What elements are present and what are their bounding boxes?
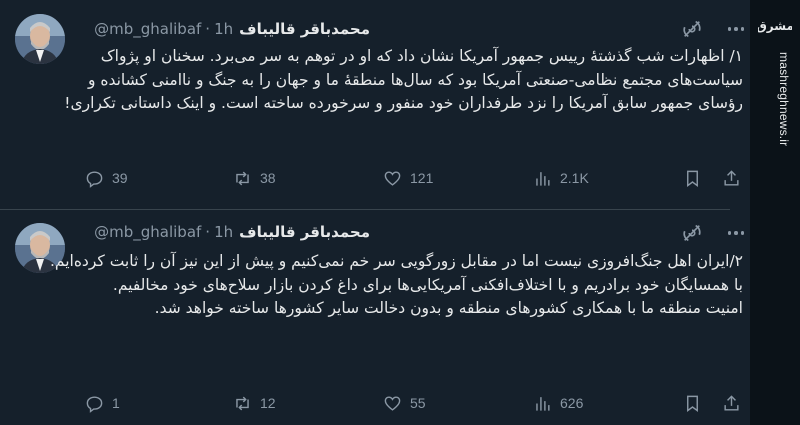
like-count: 55 — [410, 395, 426, 411]
tweet-text: ۱/ اظهارات شب گذشتهٔ رییس جمهور آمریکا ن… — [43, 45, 743, 116]
repost-icon — [236, 396, 249, 410]
tweet-actions: 1 12 55 626 — [0, 391, 800, 415]
author-handle[interactable]: @mb_ghalibaf — [94, 223, 201, 241]
author-meta: @mb_ghalibaf · 1h — [94, 223, 233, 241]
tweet[interactable]: محمدباقر قالیباف @mb_ghalibaf · 1h ۲/ایر… — [0, 210, 800, 425]
repost-count: 12 — [260, 395, 276, 411]
bookmark-icon — [687, 395, 698, 412]
author-name[interactable]: محمدباقر قالیباف — [239, 223, 370, 241]
tweet-time[interactable]: 1h — [214, 20, 233, 38]
reply-button[interactable]: 1 — [85, 391, 120, 415]
repost-count: 38 — [260, 170, 276, 186]
views-button[interactable]: 626 — [533, 391, 583, 415]
share-icon — [724, 169, 739, 186]
bookmark-icon — [687, 170, 698, 187]
meta-separator: · — [205, 20, 211, 38]
views-count: 2.1K — [560, 170, 589, 186]
svg-text:مشرق: مشرق — [758, 19, 792, 33]
like-button[interactable]: 55 — [383, 391, 426, 415]
author-name[interactable]: محمدباقر قالیباف — [239, 20, 370, 38]
tweet-header: محمدباقر قالیباف @mb_ghalibaf · 1h — [94, 221, 370, 243]
reply-icon — [86, 170, 103, 188]
author-meta: @mb_ghalibaf · 1h — [94, 20, 233, 38]
tweet-actions: 39 38 121 2.1K — [0, 166, 800, 190]
share-icon — [724, 394, 739, 411]
share-button[interactable] — [722, 166, 741, 190]
meta-separator: · — [205, 223, 211, 241]
grok-icon[interactable] — [681, 18, 703, 40]
reply-count: 39 — [112, 170, 128, 186]
tweet-text: ۲/ایران اهل جنگ‌افروزی نیست اما در مقابل… — [43, 250, 743, 321]
repost-button[interactable]: 12 — [233, 391, 276, 415]
watermark-url: mashreghnews.ir — [777, 52, 791, 147]
reply-icon — [86, 395, 103, 413]
watermark: مشرق mashreghnews.ir — [750, 0, 800, 425]
like-button[interactable]: 121 — [383, 166, 433, 190]
views-button[interactable]: 2.1K — [533, 166, 589, 190]
reply-button[interactable]: 39 — [85, 166, 128, 190]
tweet-paragraph: ۱/ اظهارات شب گذشتهٔ رییس جمهور آمریکا ن… — [64, 47, 743, 112]
like-icon — [384, 395, 401, 411]
mashregh-logo: مشرق — [758, 19, 792, 33]
views-icon — [536, 171, 550, 186]
more-icon[interactable] — [724, 225, 748, 241]
bookmark-button[interactable] — [683, 391, 702, 415]
share-button[interactable] — [722, 391, 741, 415]
tweet-paragraph: ۲/ایران اهل جنگ‌افروزی نیست اما در مقابل… — [49, 252, 743, 294]
repost-button[interactable]: 38 — [233, 166, 276, 190]
tweet-header: محمدباقر قالیباف @mb_ghalibaf · 1h — [94, 18, 370, 40]
views-count: 626 — [560, 395, 584, 411]
repost-icon — [236, 171, 249, 185]
like-icon — [384, 170, 401, 186]
views-icon — [536, 396, 550, 411]
like-count: 121 — [410, 170, 434, 186]
author-handle[interactable]: @mb_ghalibaf — [94, 20, 201, 38]
grok-icon[interactable] — [681, 222, 703, 244]
more-icon[interactable] — [724, 21, 748, 37]
tweet[interactable]: محمدباقر قالیباف @mb_ghalibaf · 1h ۱/ اظ… — [0, 0, 800, 210]
tweet-paragraph: امنیت منطقه ما با همکاری کشورهای منطقه و… — [154, 299, 743, 317]
reply-count: 1 — [112, 395, 120, 411]
bookmark-button[interactable] — [683, 166, 702, 190]
tweet-time[interactable]: 1h — [214, 223, 233, 241]
